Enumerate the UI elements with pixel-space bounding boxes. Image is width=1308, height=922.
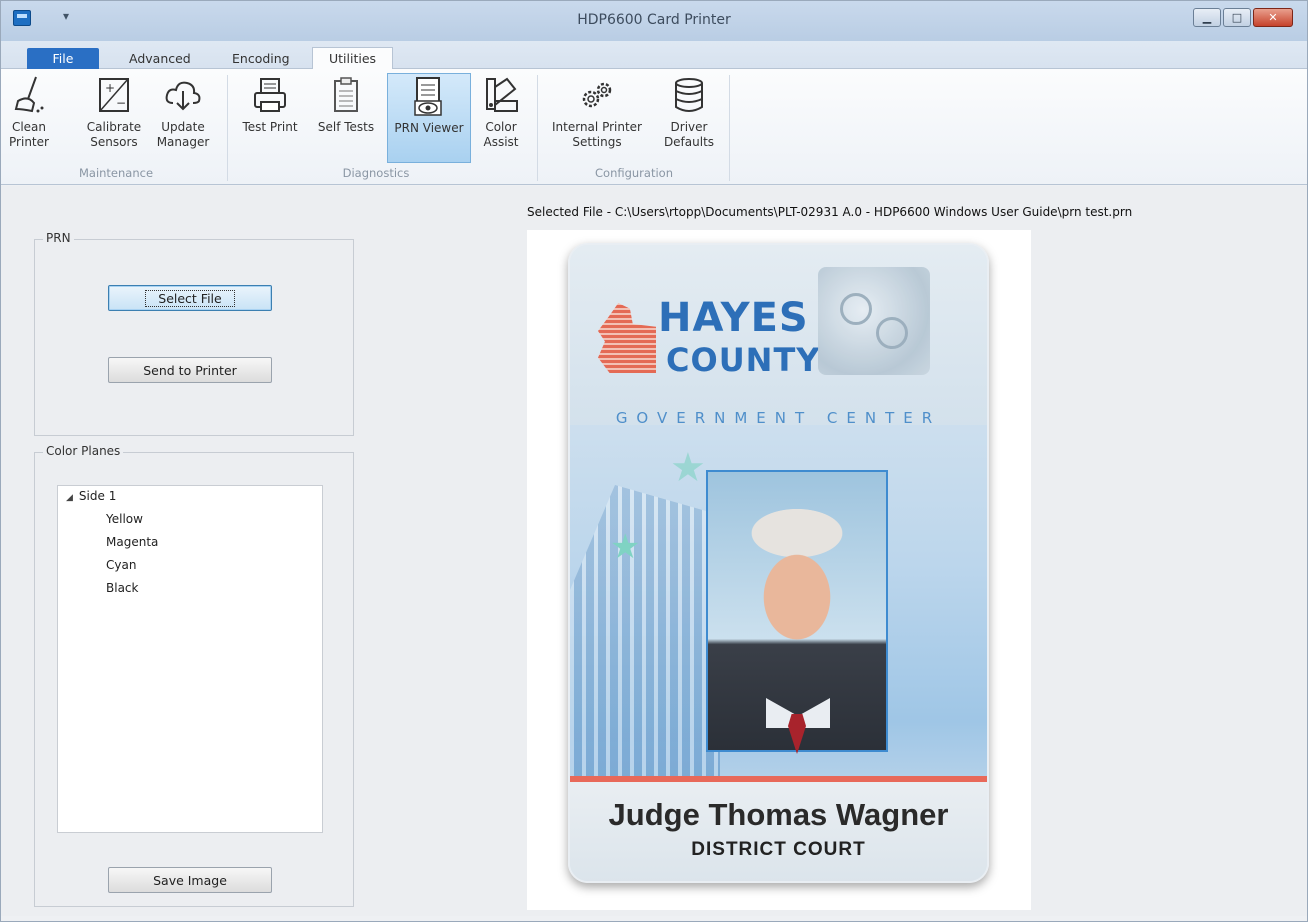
clean-printer-label: Clean Printer [9,120,49,149]
ribbon-separator [729,75,730,181]
tree-node-yellow[interactable]: Yellow [106,512,143,526]
save-image-button[interactable]: Save Image [108,867,272,893]
main-content: PRN Select File Send to Printer Color Pl… [1,186,1307,916]
test-print-button[interactable]: Test Print [237,73,303,163]
close-button[interactable]: ✕ [1253,8,1293,27]
card-subtitle: GOVERNMENT CENTER [615,409,942,427]
driver-defaults-button[interactable]: Driver Defaults [657,73,721,163]
calibrate-icon: + − [94,73,134,117]
card-department: DISTRICT COURT [691,839,866,860]
ribbon: Clean Printer + − Calibrate Sensors Updat… [1,69,1307,185]
card-person-name: Judge Thomas Wagner [608,797,949,832]
database-icon [669,73,709,117]
title-bar: ▾ HDP6600 Card Printer ▁ □ ✕ [1,1,1307,41]
maximize-button[interactable]: □ [1223,8,1251,27]
calibrate-sensors-button[interactable]: + − Calibrate Sensors [85,73,143,163]
gears-icon [577,73,617,117]
cloud-download-icon [163,73,203,117]
app-window: ▾ HDP6600 Card Printer ▁ □ ✕ File Advanc… [0,0,1308,922]
card-preview-canvas: ★ ★ HAYES COUNTY GOVERNMENT CENTER Judge… [527,230,1031,910]
color-planes-groupbox-title: Color Planes [43,444,124,458]
update-manager-label: Update Manager [156,120,210,149]
color-assist-label: Color Assist [483,120,519,149]
ribbon-separator [537,75,538,181]
ribbon-separator [227,75,228,181]
tab-file[interactable]: File [27,48,99,69]
card-title-line1: HAYES [658,295,809,341]
star-icon: ★ [670,445,706,491]
tree-node-side-1[interactable]: ◢ Side 1 [66,489,116,503]
ribbon-tab-bar: File Advanced Encoding Utilities [1,41,1307,70]
select-file-label: Select File [145,289,235,307]
group-maintenance-label: Maintenance [78,166,154,180]
portrait-tie [788,714,806,754]
internal-printer-settings-button[interactable]: Internal Printer Settings [547,73,647,163]
clipboard-icon [326,73,366,117]
color-swatch-icon [481,73,521,117]
svg-text:+: + [105,81,115,95]
group-configuration-label: Configuration [595,166,673,180]
test-print-label: Test Print [242,120,298,134]
calibrate-sensors-label: Calibrate Sensors [86,120,142,149]
tree-node-magenta[interactable]: Magenta [106,535,158,549]
tree-node-cyan[interactable]: Cyan [106,558,136,572]
prn-viewer-icon [409,74,449,118]
color-planes-tree[interactable]: ◢ Side 1 Yellow Magenta Cyan Black [57,485,323,833]
prn-groupbox-title: PRN [43,231,74,245]
card-title-line2: COUNTY [666,341,821,379]
selected-file-path: Selected File - C:\Users\rtopp\Documents… [527,205,1133,219]
star-icon: ★ [610,527,641,567]
tree-expand-icon[interactable]: ◢ [66,493,73,503]
tree-node-label: Side 1 [78,489,117,503]
select-file-button[interactable]: Select File [108,285,272,311]
clean-printer-button[interactable]: Clean Printer [7,73,51,163]
prn-viewer-button[interactable]: PRN Viewer [387,73,471,163]
color-assist-button[interactable]: Color Assist [475,73,527,163]
tab-utilities[interactable]: Utilities [312,47,394,70]
broom-icon [9,73,49,117]
window-controls: ▁ □ ✕ [1193,8,1293,27]
tree-node-black[interactable]: Black [106,581,138,595]
minimize-button[interactable]: ▁ [1193,8,1221,27]
self-tests-label: Self Tests [317,120,375,134]
internal-printer-settings-label: Internal Printer Settings [552,120,642,149]
portrait-photo [706,470,888,754]
group-diagnostics-label: Diagnostics [342,166,410,180]
printer-icon [250,73,290,117]
svg-text:−: − [116,96,126,110]
driver-defaults-label: Driver Defaults [663,120,715,149]
send-to-printer-button[interactable]: Send to Printer [108,357,272,383]
id-card-image: ★ ★ HAYES COUNTY GOVERNMENT CENTER Judge… [568,243,989,883]
tab-encoding[interactable]: Encoding [216,48,306,69]
prn-groupbox: PRN [34,231,354,436]
window-title: HDP6600 Card Printer [577,12,731,28]
building-graphic [570,485,720,785]
update-manager-button[interactable]: Update Manager [153,73,213,163]
hologram-seal [818,267,930,375]
tab-advanced[interactable]: Advanced [113,48,207,69]
self-tests-button[interactable]: Self Tests [311,73,381,163]
prn-viewer-label: PRN Viewer [394,121,464,135]
